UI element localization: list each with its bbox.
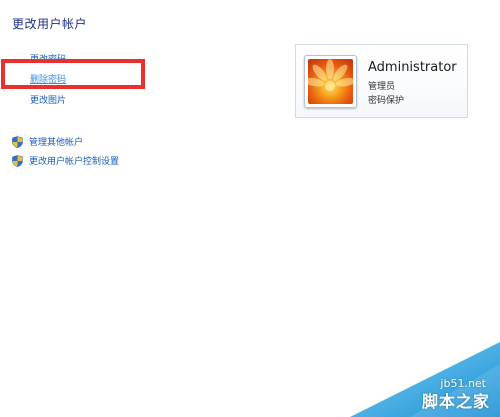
highlight-annotation bbox=[1, 59, 145, 89]
page-title: 更改用户帐户 bbox=[12, 17, 88, 31]
uac-shield-icon bbox=[12, 154, 23, 167]
change-picture-link[interactable]: 更改图片 bbox=[30, 93, 66, 106]
uac-shield-icon bbox=[12, 135, 23, 148]
manage-other-accounts-link[interactable]: 管理其他帐户 bbox=[12, 135, 83, 148]
account-role: 管理员 bbox=[368, 82, 396, 92]
flower-avatar-icon bbox=[308, 59, 353, 104]
remove-password-link[interactable]: 删除密码 bbox=[30, 72, 66, 85]
avatar bbox=[304, 55, 357, 108]
change-uac-settings-link[interactable]: 更改用户帐户控制设置 bbox=[12, 154, 119, 167]
watermark-domain: jb51.net bbox=[440, 377, 486, 390]
account-password-status: 密码保护 bbox=[368, 96, 405, 106]
change-uac-settings-label: 更改用户帐户控制设置 bbox=[29, 157, 120, 167]
account-card: Administrator 管理员 密码保护 bbox=[295, 44, 468, 118]
change-password-link[interactable]: 更改密码 bbox=[30, 52, 66, 65]
account-name: Administrator bbox=[368, 60, 457, 75]
watermark-brand: 脚本之家 bbox=[421, 392, 490, 411]
watermark: jb51.net 脚本之家 bbox=[350, 342, 500, 417]
manage-other-accounts-label: 管理其他帐户 bbox=[29, 138, 84, 148]
